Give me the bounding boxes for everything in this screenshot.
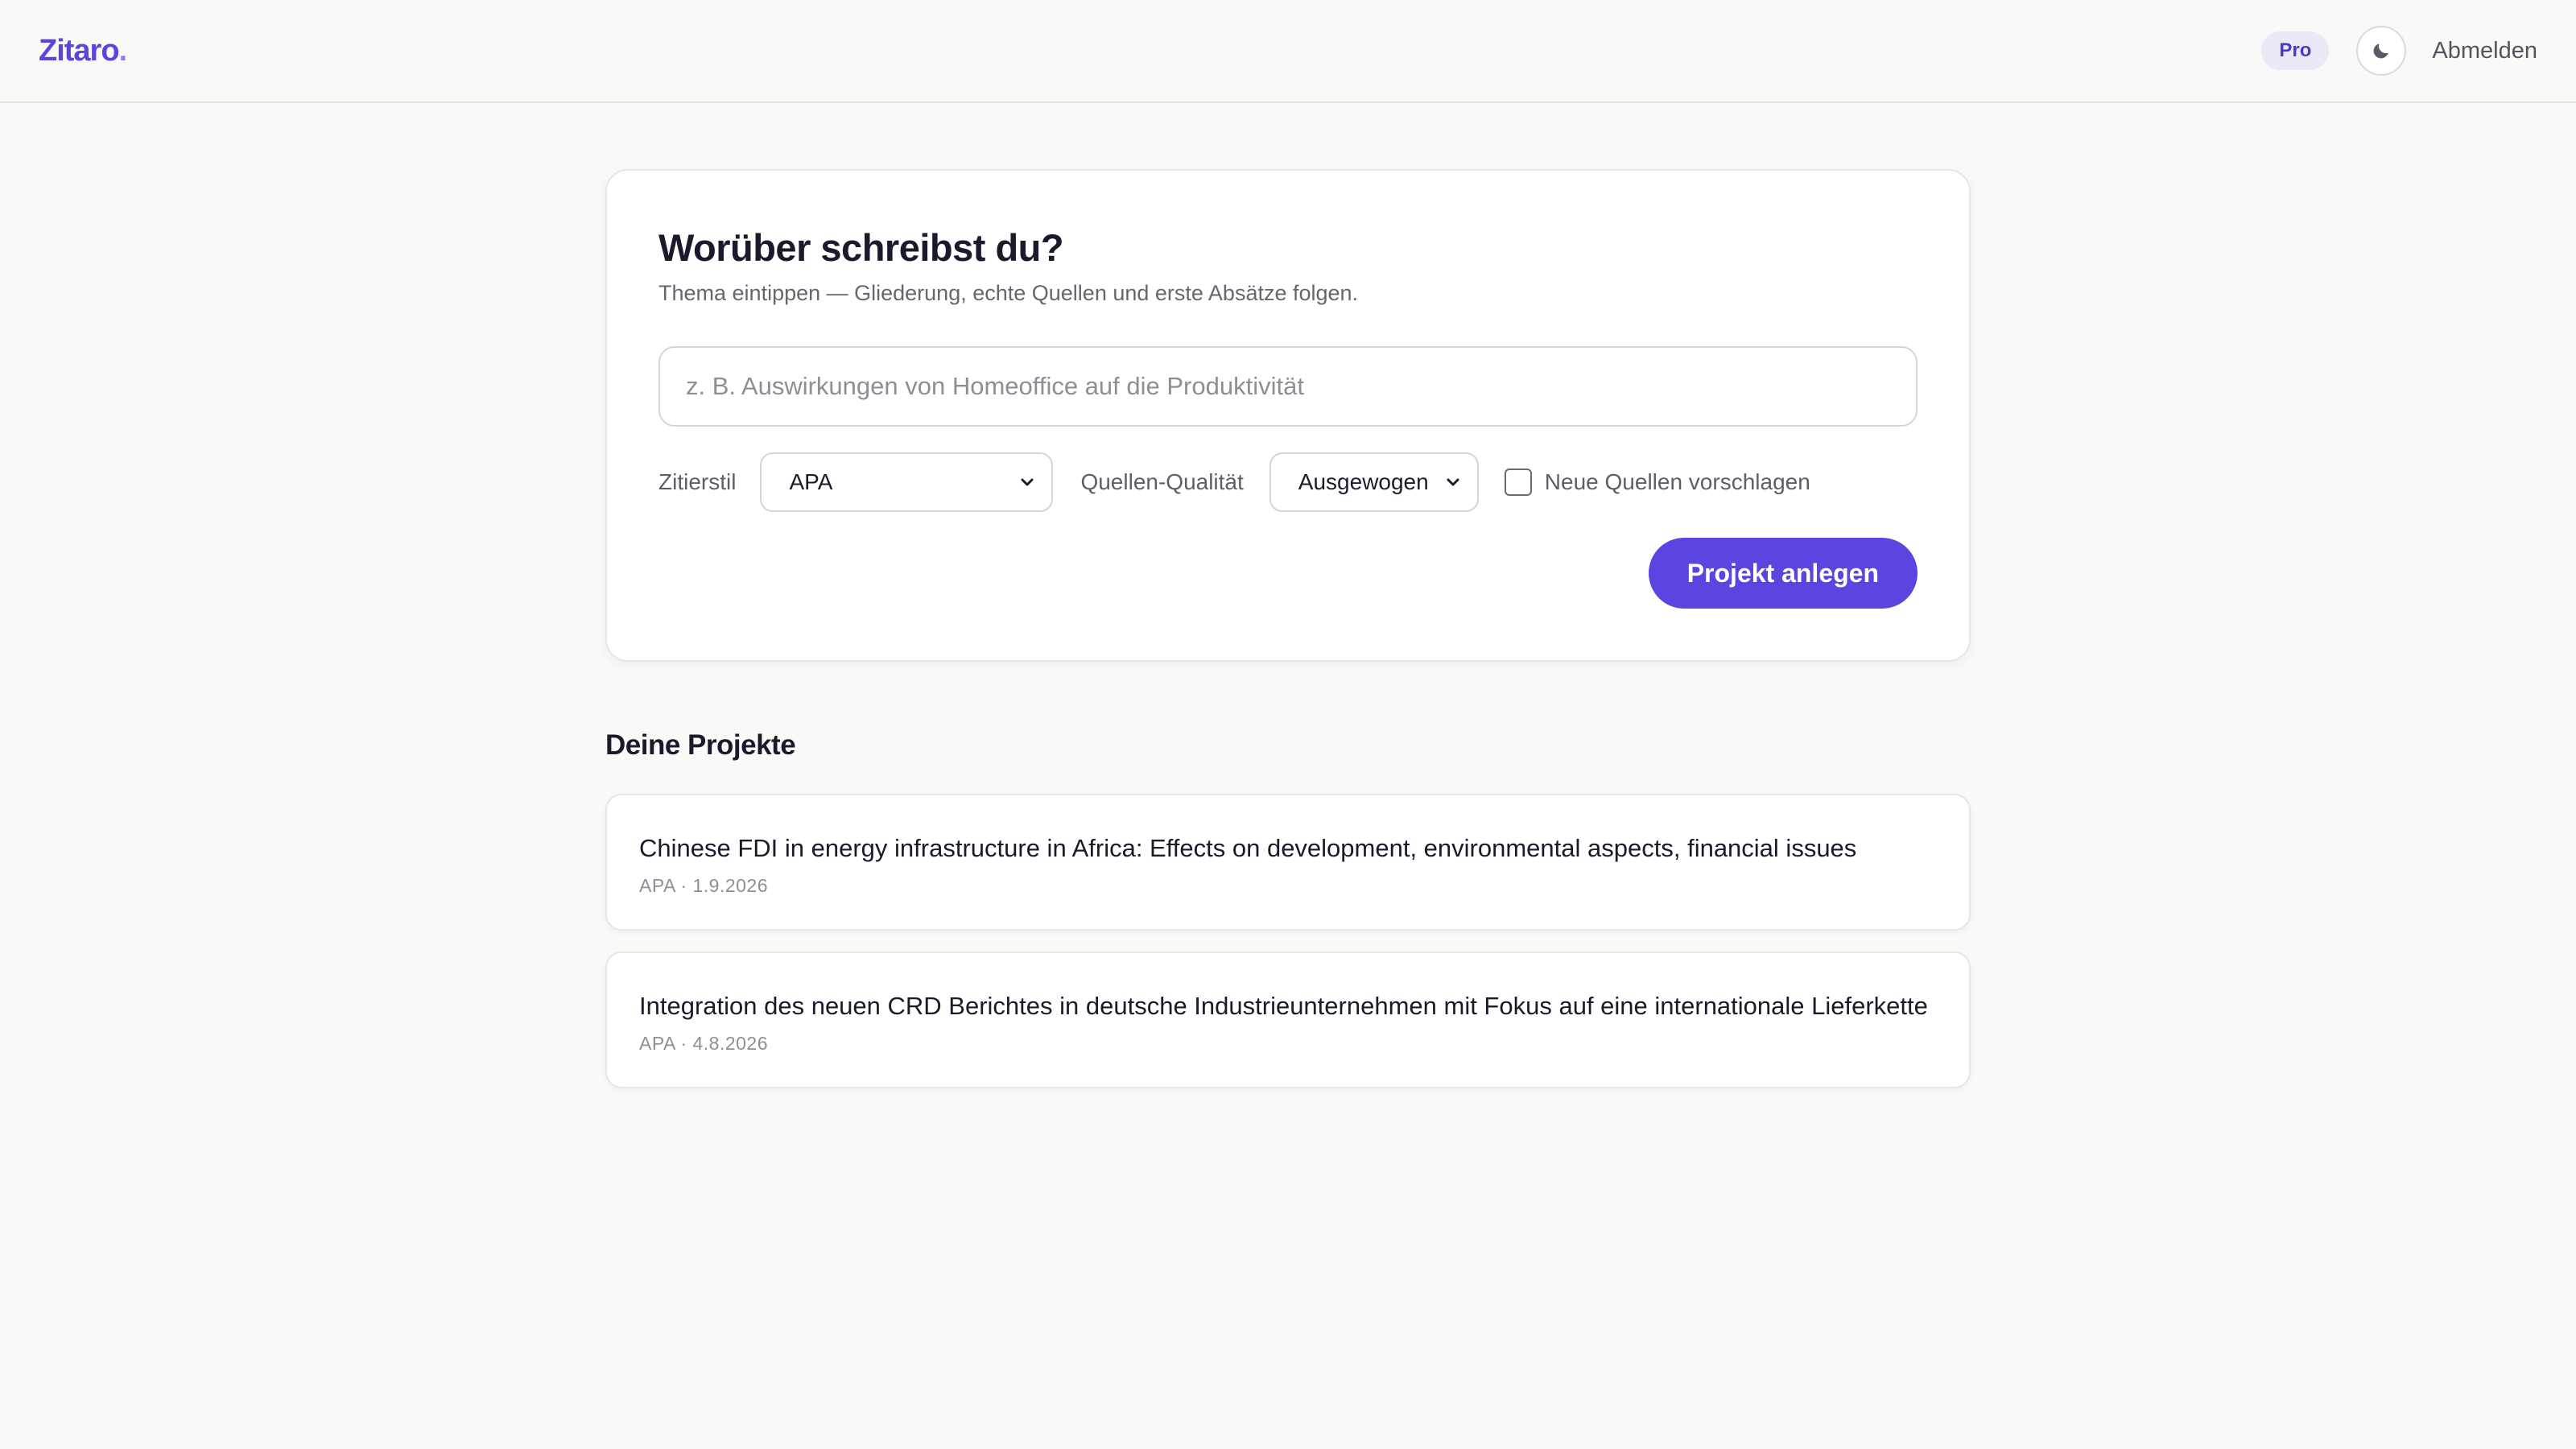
top-bar-actions: Pro Abmelden xyxy=(2261,26,2537,76)
project-title: Integration des neuen CRD Berichtes in d… xyxy=(639,992,1928,1020)
logout-link[interactable]: Abmelden xyxy=(2432,38,2537,64)
logo[interactable]: Zitaro. xyxy=(39,33,128,68)
main-content: Worüber schreibst du? Thema eintippen — … xyxy=(605,169,1971,1088)
new-project-subtitle: Thema eintippen — Gliederung, echte Quel… xyxy=(658,281,1359,305)
project-title: Chinese FDI in energy infrastructure in … xyxy=(639,834,1857,862)
suggest-sources-option[interactable]: Neue Quellen vorschlagen xyxy=(1504,469,1810,496)
theme-toggle-button[interactable] xyxy=(2356,26,2407,76)
new-project-heading: Worüber schreibst du? xyxy=(658,226,1064,269)
top-bar: Zitaro. Pro Abmelden xyxy=(0,0,2576,103)
project-options: Zitierstil APA Quellen-Qualität Ausgewog… xyxy=(658,452,1918,512)
citation-style-value: APA xyxy=(789,469,833,494)
project-card[interactable]: Chinese FDI in energy infrastructure in … xyxy=(605,794,1971,931)
topic-input[interactable] xyxy=(658,346,1918,427)
moon-icon xyxy=(2374,43,2389,59)
citation-style-select[interactable]: APA xyxy=(760,452,1054,512)
logo-text: Zitaro xyxy=(39,33,120,68)
source-quality-select[interactable]: Ausgewogen xyxy=(1269,452,1479,512)
new-project-card: Worüber schreibst du? Thema eintippen — … xyxy=(605,169,1971,662)
plan-badge: Pro xyxy=(2261,31,2330,70)
suggest-sources-label: Neue Quellen vorschlagen xyxy=(1544,469,1810,494)
logo-dot: . xyxy=(118,33,128,68)
project-card[interactable]: Integration des neuen CRD Berichtes in d… xyxy=(605,952,1971,1088)
citation-style-label: Zitierstil xyxy=(658,469,737,494)
project-meta: APA · 1.9.2026 xyxy=(639,875,769,896)
suggest-sources-checkbox[interactable] xyxy=(1504,469,1532,496)
projects-heading: Deine Projekte xyxy=(605,729,796,761)
create-project-button[interactable]: Projekt anlegen xyxy=(1648,538,1918,609)
chevron-down-icon xyxy=(1447,478,1459,486)
source-quality-label: Quellen-Qualität xyxy=(1080,469,1244,494)
project-list: Chinese FDI in energy infrastructure in … xyxy=(605,794,1971,1088)
chevron-down-icon xyxy=(1021,478,1034,486)
source-quality-value: Ausgewogen xyxy=(1298,469,1429,494)
card-actions: Projekt anlegen xyxy=(658,538,1918,609)
project-meta: APA · 4.8.2026 xyxy=(639,1033,769,1054)
